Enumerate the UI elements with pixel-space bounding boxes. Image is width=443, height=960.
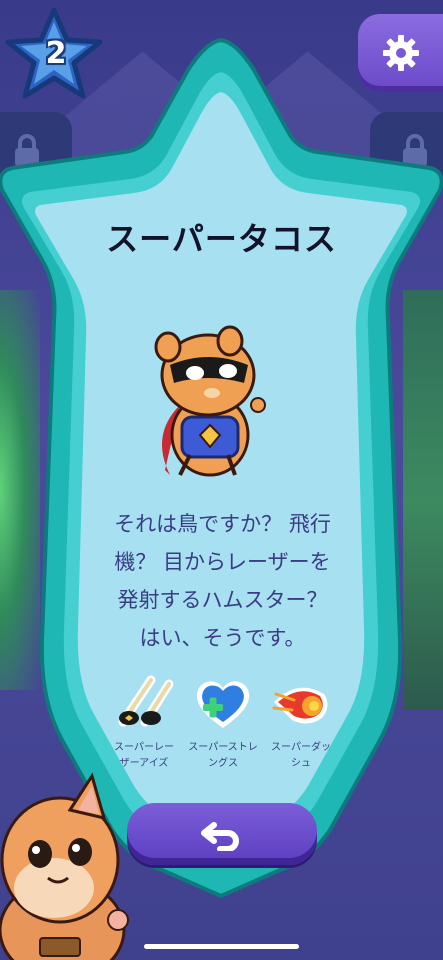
ability-label-line: スーパーダッ bbox=[271, 742, 331, 753]
mascot-hamster-illustration bbox=[0, 772, 129, 960]
ability-label-line: スーパーストレ bbox=[188, 742, 258, 753]
description-line: はい、そうです。 bbox=[139, 626, 306, 650]
heart-plus-icon bbox=[196, 681, 250, 728]
card-title: スーパータコス bbox=[106, 220, 337, 258]
description-line: それは鳥ですか？ 飛行 bbox=[114, 512, 331, 536]
ability-label-line: シュ bbox=[291, 758, 311, 769]
gear-icon bbox=[382, 35, 419, 71]
laser-eyes-icon bbox=[118, 675, 174, 727]
back-button[interactable] bbox=[127, 803, 317, 865]
home-indicator[interactable] bbox=[144, 944, 299, 949]
settings-button[interactable] bbox=[358, 14, 443, 92]
description-line: 機？ 目からレーザーを bbox=[114, 550, 331, 574]
fireball-icon bbox=[272, 687, 328, 724]
super-hamster-illustration bbox=[154, 325, 266, 477]
ability-label-line: ングス bbox=[208, 758, 238, 769]
description-line: 発射するハムスター？ bbox=[117, 588, 328, 612]
back-arrow-icon bbox=[201, 822, 239, 851]
ability-dash[interactable]: スーパーダッ シュ bbox=[261, 672, 341, 772]
ability-strength[interactable]: スーパーストレ ングス bbox=[183, 672, 263, 772]
card-description: それは鳥ですか？ 飛行 機？ 目からレーザーを 発射するハムスター？ はい、そう… bbox=[95, 505, 350, 657]
ability-laser-eyes[interactable]: スーパーレー ザーアイズ bbox=[104, 672, 184, 772]
ability-label-line: スーパーレー bbox=[114, 742, 174, 753]
level-number: 2 bbox=[45, 36, 67, 71]
